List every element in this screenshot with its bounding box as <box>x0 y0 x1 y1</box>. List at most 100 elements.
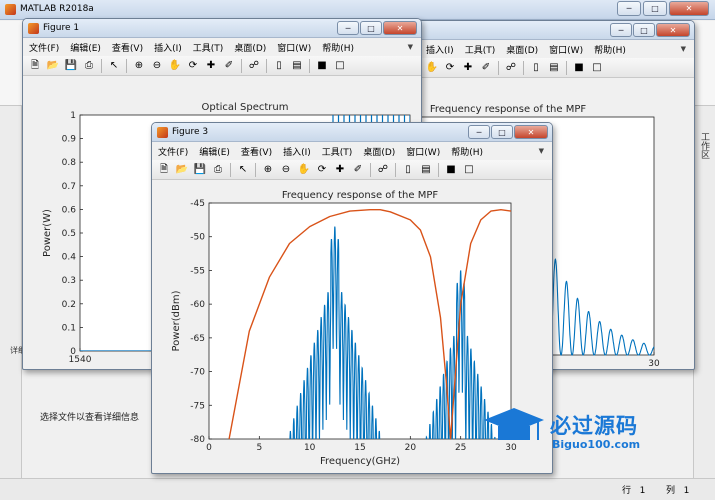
menu-overflow-icon[interactable]: ▼ <box>408 43 413 51</box>
menu-window[interactable]: 窗口(W) <box>277 41 311 54</box>
menu-edit[interactable]: 编辑(E) <box>70 41 101 54</box>
legend-icon[interactable]: ▤ <box>289 58 305 74</box>
new-file-icon[interactable]: 🗎 <box>27 58 43 74</box>
pan-icon[interactable]: ✋ <box>167 58 183 74</box>
menu-desktop[interactable]: 桌面(D) <box>234 41 266 54</box>
x-tick-label: 5 <box>256 443 262 453</box>
pan-icon[interactable]: ✋ <box>424 60 440 76</box>
rotate-icon[interactable]: ⟳ <box>442 60 458 76</box>
link-icon[interactable]: ☍ <box>503 60 519 76</box>
menu-tools[interactable]: 工具(T) <box>193 41 224 54</box>
close-icon[interactable]: ✕ <box>514 125 548 139</box>
zoom-out-icon[interactable]: ⊖ <box>278 162 294 178</box>
menu-view[interactable]: 查看(V) <box>112 41 143 54</box>
menu-tools[interactable]: 工具(T) <box>465 43 496 56</box>
toolbar-separator <box>309 58 310 73</box>
y-tick-label: 0.2 <box>62 300 76 310</box>
toolbar-separator <box>241 58 242 73</box>
y-tick-label: 0.6 <box>62 205 77 215</box>
rotate-icon[interactable]: ⟳ <box>185 58 201 74</box>
zoom-out-icon[interactable]: ⊖ <box>149 58 165 74</box>
link-icon[interactable]: ☍ <box>246 58 262 74</box>
maximize-icon[interactable]: □ <box>633 23 655 37</box>
menu-help[interactable]: 帮助(H) <box>322 41 354 54</box>
hide-tools-icon[interactable]: ■ <box>571 60 587 76</box>
y-tick-label: 0.4 <box>62 253 77 263</box>
rotate-icon[interactable]: ⟳ <box>314 162 330 178</box>
y-tick-label: 0.5 <box>62 229 76 239</box>
menu-view[interactable]: 查看(V) <box>241 145 272 158</box>
brush-icon[interactable]: ✐ <box>478 60 494 76</box>
x-tick-label: 25 <box>455 443 466 453</box>
dock-icon[interactable]: □ <box>589 60 605 76</box>
print-icon[interactable]: ⎙ <box>210 162 226 178</box>
status-row-value: 1 <box>639 486 646 496</box>
zoom-in-icon[interactable]: ⊕ <box>131 58 147 74</box>
workspace-tab[interactable]: 工作区 <box>698 132 711 159</box>
pointer-icon[interactable]: ↖ <box>235 162 251 178</box>
figure-1-titlebar[interactable]: Figure 1 ─ □ ✕ <box>23 19 421 38</box>
minimize-icon[interactable]: ─ <box>617 1 641 16</box>
status-bar <box>0 478 715 500</box>
menu-help[interactable]: 帮助(H) <box>451 145 483 158</box>
figure-1-window-controls: ─ □ ✕ <box>337 21 417 35</box>
hide-tools-icon[interactable]: ■ <box>443 162 459 178</box>
status-col: 列 1 <box>666 483 689 496</box>
status-row: 行 1 <box>622 483 645 496</box>
menu-tools[interactable]: 工具(T) <box>322 145 353 158</box>
toolbar-separator <box>566 60 567 75</box>
colorbar-icon[interactable]: ▯ <box>528 60 544 76</box>
new-file-icon[interactable]: 🗎 <box>156 162 172 178</box>
figure-2-titlebar[interactable]: ─ □ ✕ <box>396 21 694 40</box>
menu-desktop[interactable]: 桌面(D) <box>506 43 538 56</box>
colorbar-icon[interactable]: ▯ <box>400 162 416 178</box>
menu-overflow-icon[interactable]: ▼ <box>539 147 544 155</box>
data-cursor-icon[interactable]: ✚ <box>332 162 348 178</box>
pan-icon[interactable]: ✋ <box>296 162 312 178</box>
save-icon[interactable]: 💾 <box>192 162 208 178</box>
print-icon[interactable]: ⎙ <box>81 58 97 74</box>
data-cursor-icon[interactable]: ✚ <box>203 58 219 74</box>
watermark-url: Biguo100.com <box>552 438 641 451</box>
menu-help[interactable]: 帮助(H) <box>594 43 626 56</box>
maximize-icon[interactable]: □ <box>360 21 382 35</box>
save-icon[interactable]: 💾 <box>63 58 79 74</box>
legend-icon[interactable]: ▤ <box>546 60 562 76</box>
menu-insert[interactable]: 插入(I) <box>154 41 182 54</box>
close-icon[interactable]: ✕ <box>656 23 690 37</box>
maximize-icon[interactable]: □ <box>491 125 513 139</box>
brush-icon[interactable]: ✐ <box>221 58 237 74</box>
menu-file[interactable]: 文件(F) <box>158 145 188 158</box>
y-tick-label: -55 <box>190 266 205 276</box>
brush-icon[interactable]: ✐ <box>350 162 366 178</box>
status-col-value: 1 <box>683 486 690 496</box>
figure-2-toolbar: ✋ ⟳ ✚ ✐ ☍ ▯ ▤ ■ □ <box>396 58 694 78</box>
close-icon[interactable]: ✕ <box>383 21 417 35</box>
open-folder-icon[interactable]: 📂 <box>174 162 190 178</box>
hide-tools-icon[interactable]: ■ <box>314 58 330 74</box>
menu-edit[interactable]: 编辑(E) <box>199 145 230 158</box>
menu-insert[interactable]: 插入(I) <box>426 43 454 56</box>
legend-icon[interactable]: ▤ <box>418 162 434 178</box>
open-folder-icon[interactable]: 📂 <box>45 58 61 74</box>
maximize-icon[interactable]: □ <box>643 1 667 16</box>
toolbar-separator <box>101 58 102 73</box>
menu-insert[interactable]: 插入(I) <box>283 145 311 158</box>
zoom-in-icon[interactable]: ⊕ <box>260 162 276 178</box>
menu-desktop[interactable]: 桌面(D) <box>363 145 395 158</box>
figure-3-titlebar[interactable]: Figure 3 ─ □ ✕ <box>152 123 552 142</box>
minimize-icon[interactable]: ─ <box>337 21 359 35</box>
minimize-icon[interactable]: ─ <box>610 23 632 37</box>
dock-icon[interactable]: □ <box>461 162 477 178</box>
close-icon[interactable]: ✕ <box>669 1 709 16</box>
pointer-icon[interactable]: ↖ <box>106 58 122 74</box>
dock-icon[interactable]: □ <box>332 58 348 74</box>
data-cursor-icon[interactable]: ✚ <box>460 60 476 76</box>
link-icon[interactable]: ☍ <box>375 162 391 178</box>
minimize-icon[interactable]: ─ <box>468 125 490 139</box>
colorbar-icon[interactable]: ▯ <box>271 58 287 74</box>
menu-window[interactable]: 窗口(W) <box>406 145 440 158</box>
menu-file[interactable]: 文件(F) <box>29 41 59 54</box>
menu-window[interactable]: 窗口(W) <box>549 43 583 56</box>
menu-overflow-icon[interactable]: ▼ <box>681 45 686 53</box>
